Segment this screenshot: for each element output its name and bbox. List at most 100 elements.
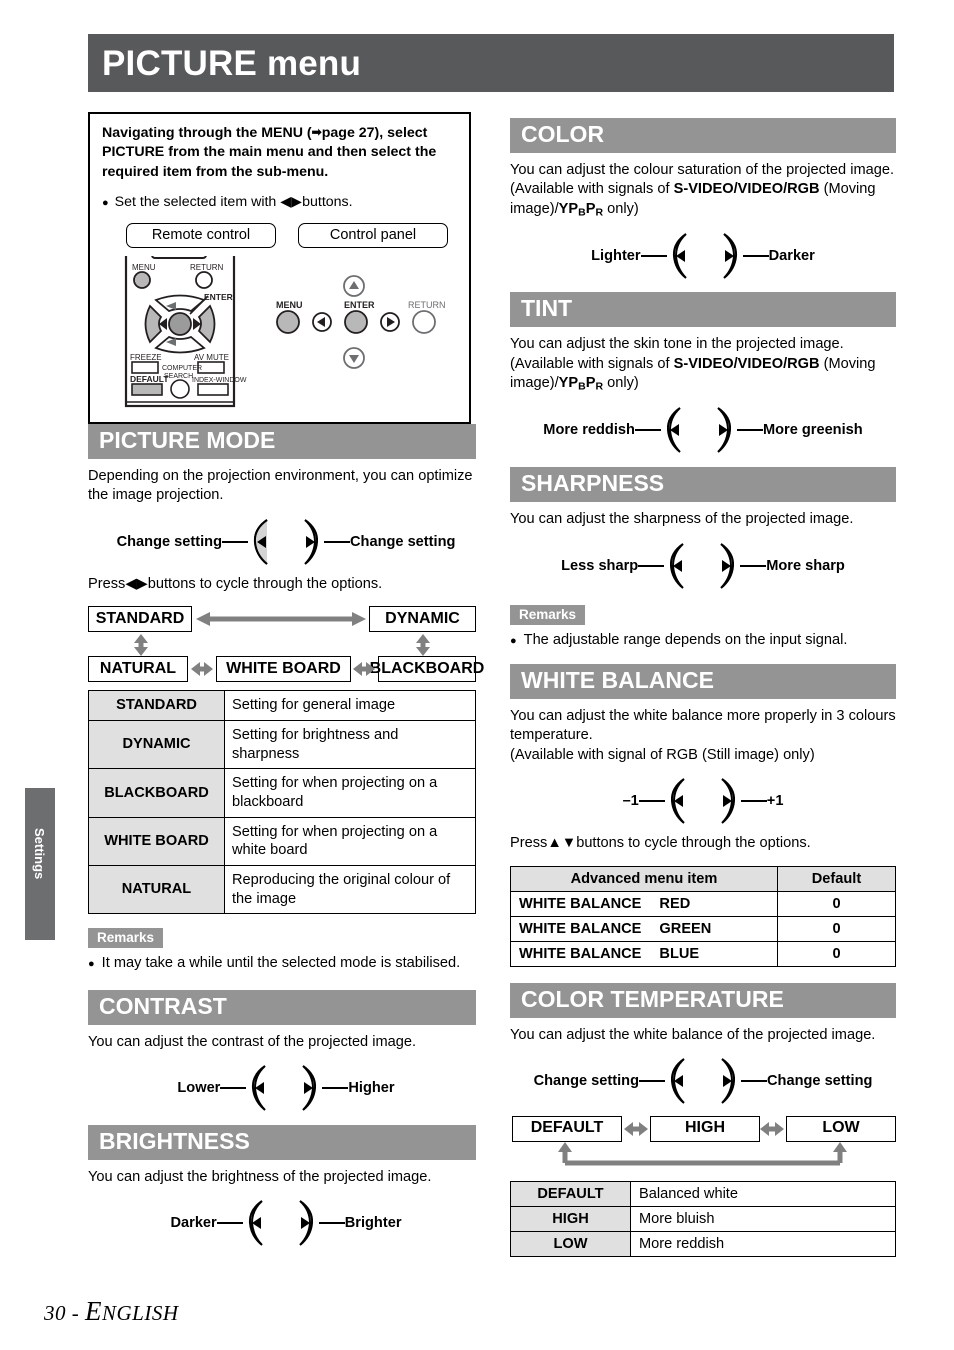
svg-text:ENTER: ENTER xyxy=(344,300,375,310)
section-header-white-balance: WHITE BALANCE xyxy=(510,663,896,699)
svg-text:RETURN: RETURN xyxy=(408,300,446,310)
flow-arrow-high-low xyxy=(760,1121,784,1136)
sharpness-right-label: More sharp xyxy=(766,557,845,574)
brightness-left-label: Darker xyxy=(170,1215,217,1232)
right-arrow-button-icon[interactable] xyxy=(296,1065,322,1111)
mode-desc: Setting for when projecting on a white b… xyxy=(224,816,476,866)
color-right-label: Darker xyxy=(768,248,815,265)
brightness-adjust-row: Darker Brighter xyxy=(88,1200,484,1247)
left-arrow-button-icon[interactable] xyxy=(248,518,274,565)
right-arrow-button-icon[interactable] xyxy=(711,407,737,453)
flow-box-natural: NATURAL xyxy=(88,656,188,683)
connector-line xyxy=(640,255,667,258)
side-tab-label: Settings xyxy=(32,828,47,880)
section-header-contrast: CONTRAST xyxy=(88,989,476,1025)
white-balance-description: You can adjust the white balance more pr… xyxy=(510,707,896,763)
right-arrow-button-icon[interactable] xyxy=(298,518,324,565)
flow-arrow-loopback-low-default xyxy=(558,1141,847,1166)
bullet-dot-icon: ● xyxy=(88,958,95,971)
section-header-tint: TINT xyxy=(510,292,896,328)
flow-box-high: HIGH xyxy=(650,1115,760,1142)
tint-left-label: More reddish xyxy=(543,422,635,439)
color-description: You can adjust the colour saturation of … xyxy=(510,161,896,220)
white-balance-heading: WHITE BALANCE xyxy=(521,666,714,693)
sharpness-heading: SHARPNESS xyxy=(521,470,665,497)
right-arrow-button-icon[interactable] xyxy=(715,778,741,824)
remote-control-label: Remote control xyxy=(126,222,276,248)
device-illustration: MENU RETURN ENTER FREEZE AV MUTE COMPUTE… xyxy=(102,255,457,407)
flow-box-low: LOW xyxy=(786,1115,896,1142)
tint-right-label: More greenish xyxy=(762,422,863,439)
navigation-bullet: ● Set the selected item with ◀▶buttons. xyxy=(102,193,457,211)
right-arrow-button-icon[interactable] xyxy=(717,233,743,279)
brightness-description: You can adjust the brightness of the pro… xyxy=(88,1168,432,1185)
table-row: DYNAMIC Setting for brightness and sharp… xyxy=(88,719,476,770)
left-arrow-button-icon[interactable] xyxy=(667,233,693,279)
color-signal-1: S-VIDEO/VIDEO/ xyxy=(673,181,788,198)
mode-key: BLACKBOARD xyxy=(88,768,225,818)
press-text-b: buttons to cycle through the options. xyxy=(576,835,811,852)
left-arrow-button-icon[interactable] xyxy=(661,407,687,453)
tint-signal-1: S-VIDEO/VIDEO/RGB xyxy=(673,355,820,372)
control-panel-label: Control panel xyxy=(298,222,448,248)
right-arrow-button-icon[interactable] xyxy=(293,1200,319,1247)
bullet-text-b: buttons. xyxy=(302,194,353,211)
left-arrow-button-icon[interactable] xyxy=(665,1058,691,1104)
right-column: COLOR You can adjust the colour saturati… xyxy=(510,118,896,1257)
connector-line xyxy=(318,1222,345,1225)
bullet-text-a: Set the selected item with xyxy=(114,194,281,211)
remarks-list-item: ● The adjustable range depends on the in… xyxy=(510,631,896,650)
footer-language-rest: NGLISH xyxy=(102,1301,179,1325)
color-temperature-heading: COLOR TEMPERATURE xyxy=(521,985,784,1012)
remarks-text: It may take a while until the selected m… xyxy=(101,955,461,972)
white-balance-table: Advanced menu item Default WHITE BALANCE… xyxy=(510,865,896,967)
flow-box-white-board: WHITE BOARD xyxy=(216,656,351,683)
page-title-bar: PICTURE menu xyxy=(88,34,894,92)
left-arrow-button-icon[interactable] xyxy=(246,1065,272,1111)
color-adjust-row: Lighter Darker xyxy=(510,233,896,279)
table-row: DEFAULT Balanced white xyxy=(510,1180,896,1207)
press-text-b: buttons to cycle through the options. xyxy=(147,575,383,592)
ct-key: HIGH xyxy=(510,1205,631,1232)
ct-desc: Balanced white xyxy=(630,1180,896,1207)
footer-page-number: 30 - xyxy=(44,1301,85,1325)
svg-text:FREEZE: FREEZE xyxy=(130,353,162,362)
svg-text:RETURN: RETURN xyxy=(190,263,224,272)
tint-description: You can adjust the skin tone in the proj… xyxy=(510,335,896,394)
flow-box-dynamic: DYNAMIC xyxy=(369,606,476,633)
svg-text:DEFAULT: DEFAULT xyxy=(130,374,169,384)
ypbpr-label: YPBPR xyxy=(558,200,604,219)
right-arrow-button-icon[interactable] xyxy=(714,542,740,589)
connector-line xyxy=(740,564,767,567)
color-left-label: Lighter xyxy=(591,248,641,265)
flow-box-blackboard: BLACKBOARD xyxy=(370,656,484,683)
contrast-adjust-row: Lower Higher xyxy=(88,1065,484,1111)
navigation-lead-text: Navigating through the MENU (➡page 27), … xyxy=(102,124,457,182)
left-arrow-button-icon[interactable] xyxy=(243,1200,269,1247)
table-header-row: Advanced menu item Default xyxy=(510,865,896,892)
contrast-left-label: Lower xyxy=(177,1079,221,1096)
manual-page: PICTURE menu Settings Navigating through… xyxy=(0,0,954,1350)
table-row: NATURAL Reproducing the original colour … xyxy=(88,864,476,915)
mode-key: NATURAL xyxy=(88,864,225,915)
device-label-row: Remote control Control panel xyxy=(102,222,457,248)
flow-arrow-standard-natural xyxy=(134,634,148,657)
right-arrow-button-icon[interactable] xyxy=(715,1058,741,1104)
table-row: BLACKBOARD Setting for when projecting o… xyxy=(88,768,476,818)
column-header-default: Default xyxy=(777,865,896,892)
left-arrow-button-icon[interactable] xyxy=(665,778,691,824)
tint-desc-c: only) xyxy=(603,374,639,391)
color-temperature-table: DEFAULT Balanced white HIGH More bluish … xyxy=(510,1180,896,1257)
wb-item: WHITE BALANCE RED xyxy=(510,890,778,917)
color-temperature-left-label: Change setting xyxy=(533,1072,639,1089)
ypbpr-label: YPBPR xyxy=(558,374,604,393)
bullet-dot-icon: ● xyxy=(102,197,109,210)
remarks-badge: Remarks xyxy=(88,928,164,949)
connector-line xyxy=(638,800,665,803)
brightness-right-label: Brighter xyxy=(344,1215,402,1232)
left-arrow-button-icon[interactable] xyxy=(664,542,690,589)
connector-line xyxy=(638,564,665,567)
remarks-badge: Remarks xyxy=(510,604,586,625)
remote-and-panel-svg: MENU RETURN ENTER FREEZE AV MUTE COMPUTE… xyxy=(124,255,446,407)
connector-line xyxy=(634,429,661,432)
